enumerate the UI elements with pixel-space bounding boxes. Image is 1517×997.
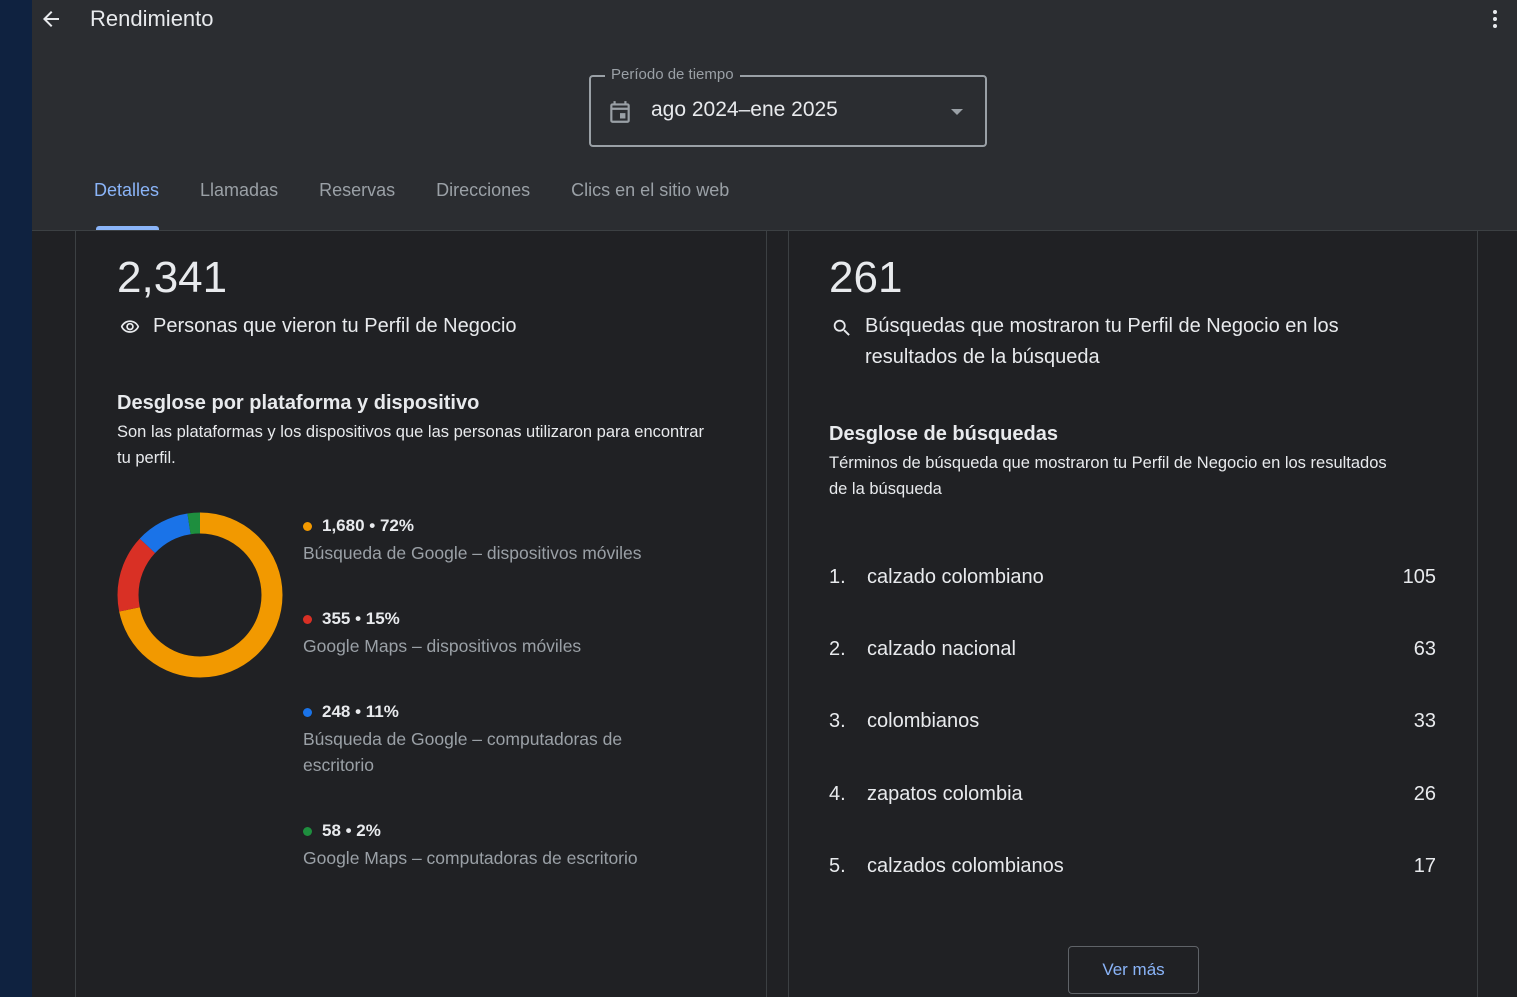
search-rank: 1. bbox=[829, 566, 846, 588]
searches-card: 261 Búsquedas que mostraron tu Perfil de… bbox=[788, 231, 1478, 997]
search-term: calzados colombianos bbox=[867, 855, 1064, 877]
dropdown-arrow-icon bbox=[951, 109, 963, 115]
legend-item: 58 • 2% Google Maps – computadoras de es… bbox=[303, 821, 723, 871]
more-vert-icon bbox=[1493, 10, 1497, 28]
search-term: calzado nacional bbox=[867, 638, 1016, 660]
legend-label: Google Maps – computadoras de escritorio bbox=[303, 848, 638, 868]
search-icon bbox=[833, 319, 850, 336]
tab-llamadas[interactable]: Llamadas bbox=[200, 180, 278, 213]
see-more-button[interactable]: Ver más bbox=[1068, 946, 1199, 994]
page-title: Rendimiento bbox=[90, 6, 214, 31]
period-select[interactable]: Período de tiempo ago 2024–ene 2025 bbox=[589, 66, 987, 147]
search-rank: 2. bbox=[829, 638, 846, 660]
tab-clics-sitio-web[interactable]: Clics en el sitio web bbox=[571, 180, 729, 213]
period-value: ago 2024–ene 2025 bbox=[651, 98, 838, 121]
search-rank: 5. bbox=[829, 855, 846, 877]
legend-label: Google Maps – dispositivos móviles bbox=[303, 636, 582, 656]
search-term-row: 1. calzado colombiano 105 bbox=[829, 566, 1436, 589]
search-breakdown-title: Desglose de búsquedas bbox=[829, 423, 1058, 445]
search-term-row: 5. calzados colombianos 17 bbox=[829, 855, 1436, 878]
calendar-icon bbox=[610, 101, 630, 123]
searches-metric: Búsquedas que mostraron tu Perfil de Neg… bbox=[829, 311, 1389, 373]
tab-direcciones[interactable]: Direcciones bbox=[436, 180, 530, 213]
profile-views-label: Personas que vieron tu Perfil de Negocio bbox=[153, 315, 517, 337]
search-term-row: 2. calzado nacional 63 bbox=[829, 638, 1436, 661]
tab-reservas[interactable]: Reservas bbox=[319, 180, 395, 213]
period-label: Período de tiempo bbox=[605, 66, 740, 83]
legend-label: Búsqueda de Google – dispositivos móvile… bbox=[303, 543, 642, 563]
arrow-back-icon bbox=[43, 11, 59, 27]
more-options-button[interactable] bbox=[1483, 4, 1507, 34]
searches-total: 261 bbox=[829, 253, 903, 302]
legend-dot bbox=[303, 521, 312, 531]
eye-icon bbox=[120, 320, 140, 333]
legend-value: 1,680 • 72% bbox=[322, 516, 414, 535]
performance-panel: Rendimiento Período de tiempo ago 2024–e… bbox=[32, 0, 1517, 997]
legend-value: 58 • 2% bbox=[322, 821, 381, 840]
search-rank: 4. bbox=[829, 783, 846, 805]
profile-views-metric: Personas que vieron tu Perfil de Negocio bbox=[117, 311, 717, 342]
search-count: 105 bbox=[1402, 566, 1436, 588]
search-count: 33 bbox=[1413, 710, 1436, 732]
tab-bar: Detalles Llamadas Reservas Direcciones C… bbox=[94, 180, 770, 230]
search-term: colombianos bbox=[867, 710, 980, 732]
back-button[interactable] bbox=[36, 4, 66, 34]
search-count: 17 bbox=[1413, 855, 1436, 877]
tab-detalles[interactable]: Detalles bbox=[94, 180, 160, 230]
legend-label: Búsqueda de Google – computadoras de esc… bbox=[303, 729, 623, 775]
legend-dot bbox=[303, 826, 312, 836]
search-count: 63 bbox=[1413, 638, 1436, 660]
search-term: zapatos colombia bbox=[867, 783, 1023, 805]
legend-item: 1,680 • 72% Búsqueda de Google – disposi… bbox=[303, 516, 723, 566]
legend-dot bbox=[303, 707, 312, 717]
profile-views-total: 2,341 bbox=[117, 253, 228, 302]
platform-breakdown-title: Desglose por plataforma y dispositivo bbox=[117, 392, 480, 414]
platform-donut-chart bbox=[117, 512, 283, 678]
profile-views-card: 2,341 Personas que vieron tu Perfil de N… bbox=[75, 231, 767, 997]
search-term: calzado colombiano bbox=[867, 566, 1044, 588]
searches-label: Búsquedas que mostraron tu Perfil de Neg… bbox=[865, 315, 1339, 368]
search-breakdown-description: Términos de búsqueda que mostraron tu Pe… bbox=[829, 454, 1387, 498]
search-count: 26 bbox=[1413, 783, 1436, 805]
legend-value: 248 • 11% bbox=[322, 702, 399, 721]
header: Rendimiento Período de tiempo ago 2024–e… bbox=[32, 0, 1517, 231]
legend-item: 248 • 11% Búsqueda de Google – computado… bbox=[303, 702, 683, 778]
legend-item: 355 • 15% Google Maps – dispositivos móv… bbox=[303, 609, 723, 659]
search-rank: 3. bbox=[829, 710, 846, 732]
legend-value: 355 • 15% bbox=[322, 609, 400, 628]
platform-breakdown-description: Son las plataformas y los dispositivos q… bbox=[117, 423, 704, 467]
search-term-row: 4. zapatos colombia 26 bbox=[829, 783, 1436, 806]
search-term-row: 3. colombianos 33 bbox=[829, 710, 1436, 733]
legend-dot bbox=[303, 614, 312, 624]
